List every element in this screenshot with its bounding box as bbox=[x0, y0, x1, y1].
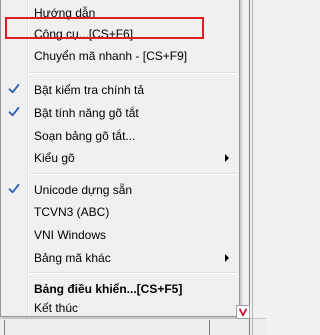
menu-item-kieu-go[interactable]: Kiểu gõ bbox=[1, 147, 239, 169]
menu-separator bbox=[29, 173, 237, 175]
menu-item-label: Bật tính năng gõ tắt bbox=[34, 106, 139, 120]
screen: Hướng dẫn Công cụ...[CS+F6] Chuyển mã nh… bbox=[0, 0, 266, 335]
menu-separator bbox=[29, 272, 237, 274]
window-edge bbox=[252, 0, 253, 335]
menu-item-label: Kết thúc bbox=[34, 301, 79, 315]
taskbar-divider bbox=[209, 320, 210, 335]
menu-item-kiem-tra-chinh-ta[interactable]: Bật kiểm tra chính tả bbox=[1, 79, 239, 101]
context-menu: Hướng dẫn Công cụ...[CS+F6] Chuyển mã nh… bbox=[0, 0, 240, 317]
menu-item-vni-windows[interactable]: VNI Windows bbox=[1, 224, 239, 246]
chevron-right-icon bbox=[225, 154, 229, 162]
checkmark-icon bbox=[8, 83, 20, 94]
menu-item-label: TCVN3 (ABC) bbox=[34, 205, 110, 219]
menu-item-chuyen-ma-nhanh[interactable]: Chuyển mã nhanh - [CS+F9] bbox=[1, 45, 239, 67]
menu-item-label: Bảng mã khác bbox=[34, 251, 111, 265]
menu-item-go-tat[interactable]: Bật tính năng gõ tắt bbox=[1, 102, 239, 124]
menu-item-ket-thuc[interactable]: Kết thúc bbox=[1, 300, 239, 316]
taskbar-divider bbox=[4, 320, 5, 335]
checkmark-icon bbox=[8, 183, 20, 194]
menu-item-tcvn3[interactable]: TCVN3 (ABC) bbox=[1, 201, 239, 223]
menu-item-label: Soạn bảng gõ tắt... bbox=[34, 129, 136, 143]
menu-separator bbox=[29, 72, 237, 74]
menu-item-bang-ma-khac[interactable]: Bảng mã khác bbox=[1, 247, 239, 269]
menu-item-label: Bảng điều khiển...[CS+F5] bbox=[34, 282, 183, 296]
annotation-highlight bbox=[5, 17, 204, 39]
checkmark-icon bbox=[8, 106, 20, 117]
unikey-tray-icon[interactable] bbox=[236, 305, 250, 319]
taskbar-strip bbox=[0, 318, 266, 335]
menu-item-label: Chuyển mã nhanh - [CS+F9] bbox=[34, 49, 188, 63]
menu-item-soan-bang-go-tat[interactable]: Soạn bảng gõ tắt... bbox=[1, 125, 239, 147]
menu-item-bang-dieu-khien[interactable]: Bảng điều khiển...[CS+F5] bbox=[1, 278, 239, 300]
menu-item-label: Unicode dựng sẵn bbox=[34, 183, 133, 197]
window-edge bbox=[249, 0, 250, 335]
menu-item-label: Kiểu gõ bbox=[34, 151, 75, 165]
chevron-right-icon bbox=[225, 254, 229, 262]
menu-item-label: Bật kiểm tra chính tả bbox=[34, 83, 145, 97]
menu-item-unicode-dung-san[interactable]: Unicode dựng sẵn bbox=[1, 179, 239, 201]
menu-item-label: VNI Windows bbox=[34, 228, 107, 242]
